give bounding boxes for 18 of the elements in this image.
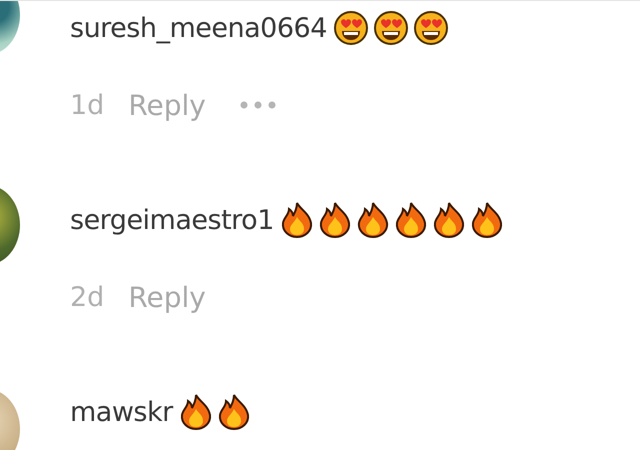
heart-eyes-emoji-icon bbox=[412, 10, 449, 46]
comment-username: suresh_meena0664 bbox=[70, 12, 327, 44]
fire-emoji-icon bbox=[432, 201, 466, 239]
heart-eyes-emoji-icon bbox=[372, 10, 409, 46]
fire-emoji-icon bbox=[470, 201, 504, 239]
fire-emoji-icon bbox=[216, 393, 251, 431]
comment-username: sergeimaestro1 bbox=[70, 204, 274, 236]
comment-username: mawskr bbox=[70, 396, 173, 428]
fire-emoji-icon bbox=[394, 201, 428, 239]
fire-emoji-icon bbox=[356, 201, 390, 239]
reply-link[interactable]: Reply bbox=[128, 88, 206, 122]
comment-time: 2d bbox=[70, 282, 104, 312]
comment-time: 1d bbox=[70, 90, 104, 120]
reply-link[interactable]: Reply bbox=[128, 280, 206, 314]
fire-emoji-icon bbox=[318, 201, 352, 239]
heart-eyes-emoji-icon bbox=[332, 10, 369, 46]
fire-emoji-icon bbox=[178, 393, 213, 431]
fire-emoji-icon bbox=[280, 201, 314, 239]
